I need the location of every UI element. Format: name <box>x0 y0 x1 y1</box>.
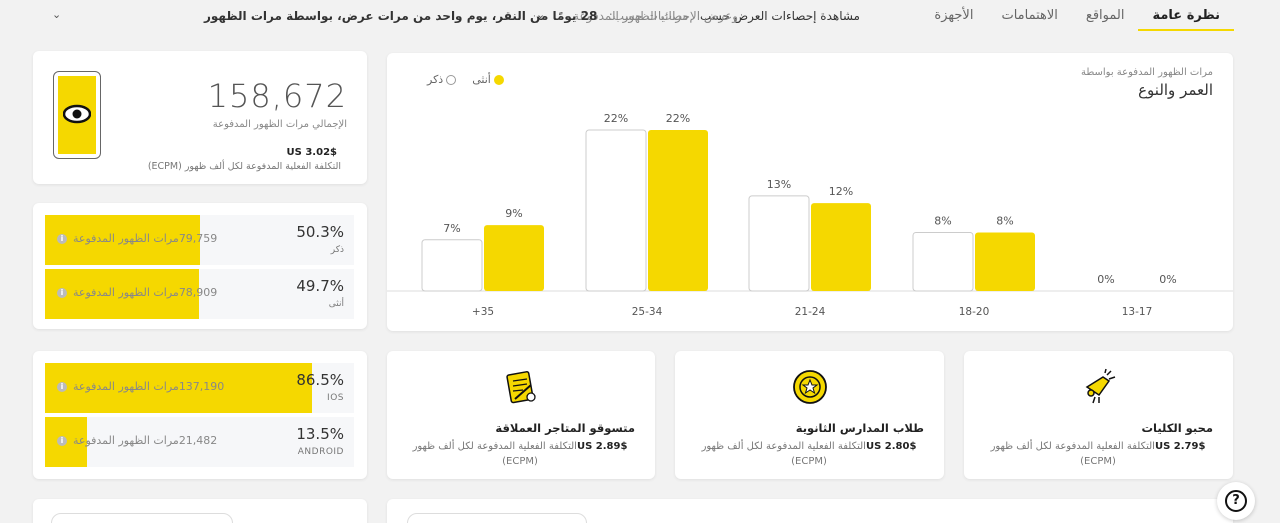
bottom-dropdown-left[interactable] <box>51 513 233 523</box>
bottom-dropdown-right[interactable] <box>407 513 587 523</box>
device-label-android: ANDROID <box>297 447 344 457</box>
bar-male-21-24 <box>748 195 810 292</box>
window-filter-label: وعرض الإحصائيات حسب: <box>608 9 738 23</box>
bar-label-male-21-24: 13% <box>767 178 791 191</box>
info-icon[interactable]: i <box>57 234 67 244</box>
gender-count-male: 79,759مرات الظهور المدفوعة <box>73 232 218 245</box>
help-question-icon: ? <box>1225 490 1247 512</box>
segment-ecpm-label: التكلفة الفعلية المدفوعة لكل ألف ظهور (E… <box>701 441 866 467</box>
gender-label-female: أنثى <box>328 299 344 309</box>
x-tick-+35: +35 <box>472 306 494 318</box>
age-gender-chart-card: مرات الظهور المدفوعة بواسطة العمر والنوع… <box>387 53 1233 331</box>
info-icon[interactable]: i <box>57 288 67 298</box>
gender-count-female: 78,909مرات الظهور المدفوعة <box>73 286 218 299</box>
bar-female-25-34 <box>648 129 708 291</box>
segment-title: طلاب المدارس الثانوية <box>795 421 924 435</box>
segment-card-highschool[interactable]: طلاب المدارس الثانوية $US 2.80التكلفة ال… <box>675 351 944 479</box>
bar-label-male-18-20: 8% <box>934 214 951 227</box>
bar-label-female-18-20: 8% <box>996 214 1013 227</box>
window-filter[interactable]: وعرض الإحصائيات حسب: 28 يومًا من النقر، … <box>204 9 738 23</box>
x-tick-25-34: 25-34 <box>632 306 663 318</box>
x-tick-18-20: 18-20 <box>959 306 990 318</box>
bar-label-female-25-34: 22% <box>666 112 690 125</box>
gender-label-male: ذكر <box>330 245 344 255</box>
segment-ecpm-value: $US 2.79 <box>1154 441 1206 452</box>
device-pct-android: 13.5% <box>296 425 344 443</box>
segment-title: متسوقو المتاجر العملاقة <box>495 421 635 435</box>
top-bar: نظرة عامة المواقع الاهتمامات الأجهزة مشا… <box>0 0 1280 34</box>
summary-card: 158,672 الإجمالي مرات الظهور المدفوعة $U… <box>33 51 367 184</box>
device-count-ios: 137,190مرات الظهور المدفوعة <box>73 380 225 393</box>
segment-ecpm: $US 2.80التكلفة الفعلية المدفوعة لكل ألف… <box>694 439 924 469</box>
segment-ecpm-label: التكلفة الفعلية المدفوعة لكل ألف ظهور (E… <box>412 441 577 467</box>
device-row-ios: i 137,190مرات الظهور المدفوعة 86.5% IOS <box>45 363 354 413</box>
bar-male-18-20 <box>912 231 974 292</box>
gender-row-female: i 78,909مرات الظهور المدفوعة 49.7% أنثى <box>45 269 354 319</box>
x-tick-13-17: 13-17 <box>1122 306 1153 318</box>
tab-locations[interactable]: المواقع <box>1072 0 1139 31</box>
total-impressions: 158,672 <box>207 77 347 115</box>
bar-male-+35 <box>421 239 483 292</box>
tab-devices[interactable]: الأجهزة <box>920 0 987 31</box>
medal-icon <box>792 370 827 404</box>
bar-female-+35 <box>484 225 544 291</box>
help-button[interactable]: ? <box>1217 482 1255 520</box>
age-gender-bar-chart: 7% 9% +35 22% 22% 25-34 13% 12% 21-24 8% 8% 18-20 0%… <box>387 112 1233 318</box>
bar-label-male-25-34: 22% <box>604 112 628 125</box>
segment-card-bigbox[interactable]: متسوقو المتاجر العملاقة $US 2.89التكلفة … <box>387 351 655 479</box>
tab-interests[interactable]: الاهتمامات <box>987 0 1071 31</box>
bottom-card-left <box>33 499 367 523</box>
tab-bar: نظرة عامة المواقع الاهتمامات الأجهزة <box>920 0 1234 34</box>
bar-label-female-21-24: 12% <box>829 185 853 198</box>
tab-overview[interactable]: نظرة عامة <box>1138 0 1234 31</box>
segment-ecpm-value: $US 2.89 <box>576 441 628 452</box>
phone-icon <box>53 71 101 159</box>
ecpm-value: $US 3.02 <box>286 147 337 158</box>
bugle-icon <box>1085 368 1115 404</box>
gender-card: i 79,759مرات الظهور المدفوعة 50.3% ذكر i… <box>33 203 367 329</box>
bar-label-female-13-17: 0% <box>1159 273 1176 286</box>
bar-label-female-+35: 9% <box>505 207 522 220</box>
device-count-android: 21,482مرات الظهور المدفوعة <box>73 434 218 447</box>
segment-title: محبو الكليات <box>1141 421 1213 435</box>
window-filter-value: 28 يومًا من النقر، يوم واحد من مرات عرض،… <box>204 9 598 23</box>
info-icon[interactable]: i <box>57 382 67 392</box>
x-tick-21-24: 21-24 <box>795 306 826 318</box>
gender-row-male: i 79,759مرات الظهور المدفوعة 50.3% ذكر <box>45 215 354 265</box>
device-label-ios: IOS <box>327 393 344 403</box>
bar-label-male-+35: 7% <box>443 222 460 235</box>
segment-card-college[interactable]: محبو الكليات $US 2.79التكلفة الفعلية الم… <box>964 351 1233 479</box>
total-impressions-label: الإجمالي مرات الظهور المدفوعة <box>212 119 347 130</box>
bar-female-18-20 <box>975 232 1035 291</box>
window-filter-chevron-down-icon[interactable]: ⌄ <box>52 8 61 21</box>
receipt-icon <box>506 371 536 404</box>
segment-ecpm-value: $US 2.80 <box>865 441 917 452</box>
bar-label-male-13-17: 0% <box>1097 273 1114 286</box>
segment-ecpm: $US 2.79التكلفة الفعلية المدفوعة لكل ألف… <box>983 439 1213 469</box>
eye-icon <box>63 104 91 124</box>
segment-ecpm: $US 2.89التكلفة الفعلية المدفوعة لكل ألف… <box>405 439 635 469</box>
bar-female-21-24 <box>811 203 871 291</box>
ecpm-label: التكلفة الفعلية المدفوعة لكل ألف ظهور (E… <box>147 161 341 172</box>
bar-male-25-34 <box>585 129 647 292</box>
device-pct-ios: 86.5% <box>296 371 344 389</box>
info-icon[interactable]: i <box>57 436 67 446</box>
gender-pct-female: 49.7% <box>296 277 344 295</box>
gender-pct-male: 50.3% <box>296 223 344 241</box>
device-row-android: i 21,482مرات الظهور المدفوعة 13.5% ANDRO… <box>45 417 354 467</box>
bottom-card-right <box>387 499 1233 523</box>
segment-ecpm-label: التكلفة الفعلية المدفوعة لكل ألف ظهور (E… <box>990 441 1155 467</box>
device-card: i 137,190مرات الظهور المدفوعة 86.5% IOS … <box>33 351 367 479</box>
